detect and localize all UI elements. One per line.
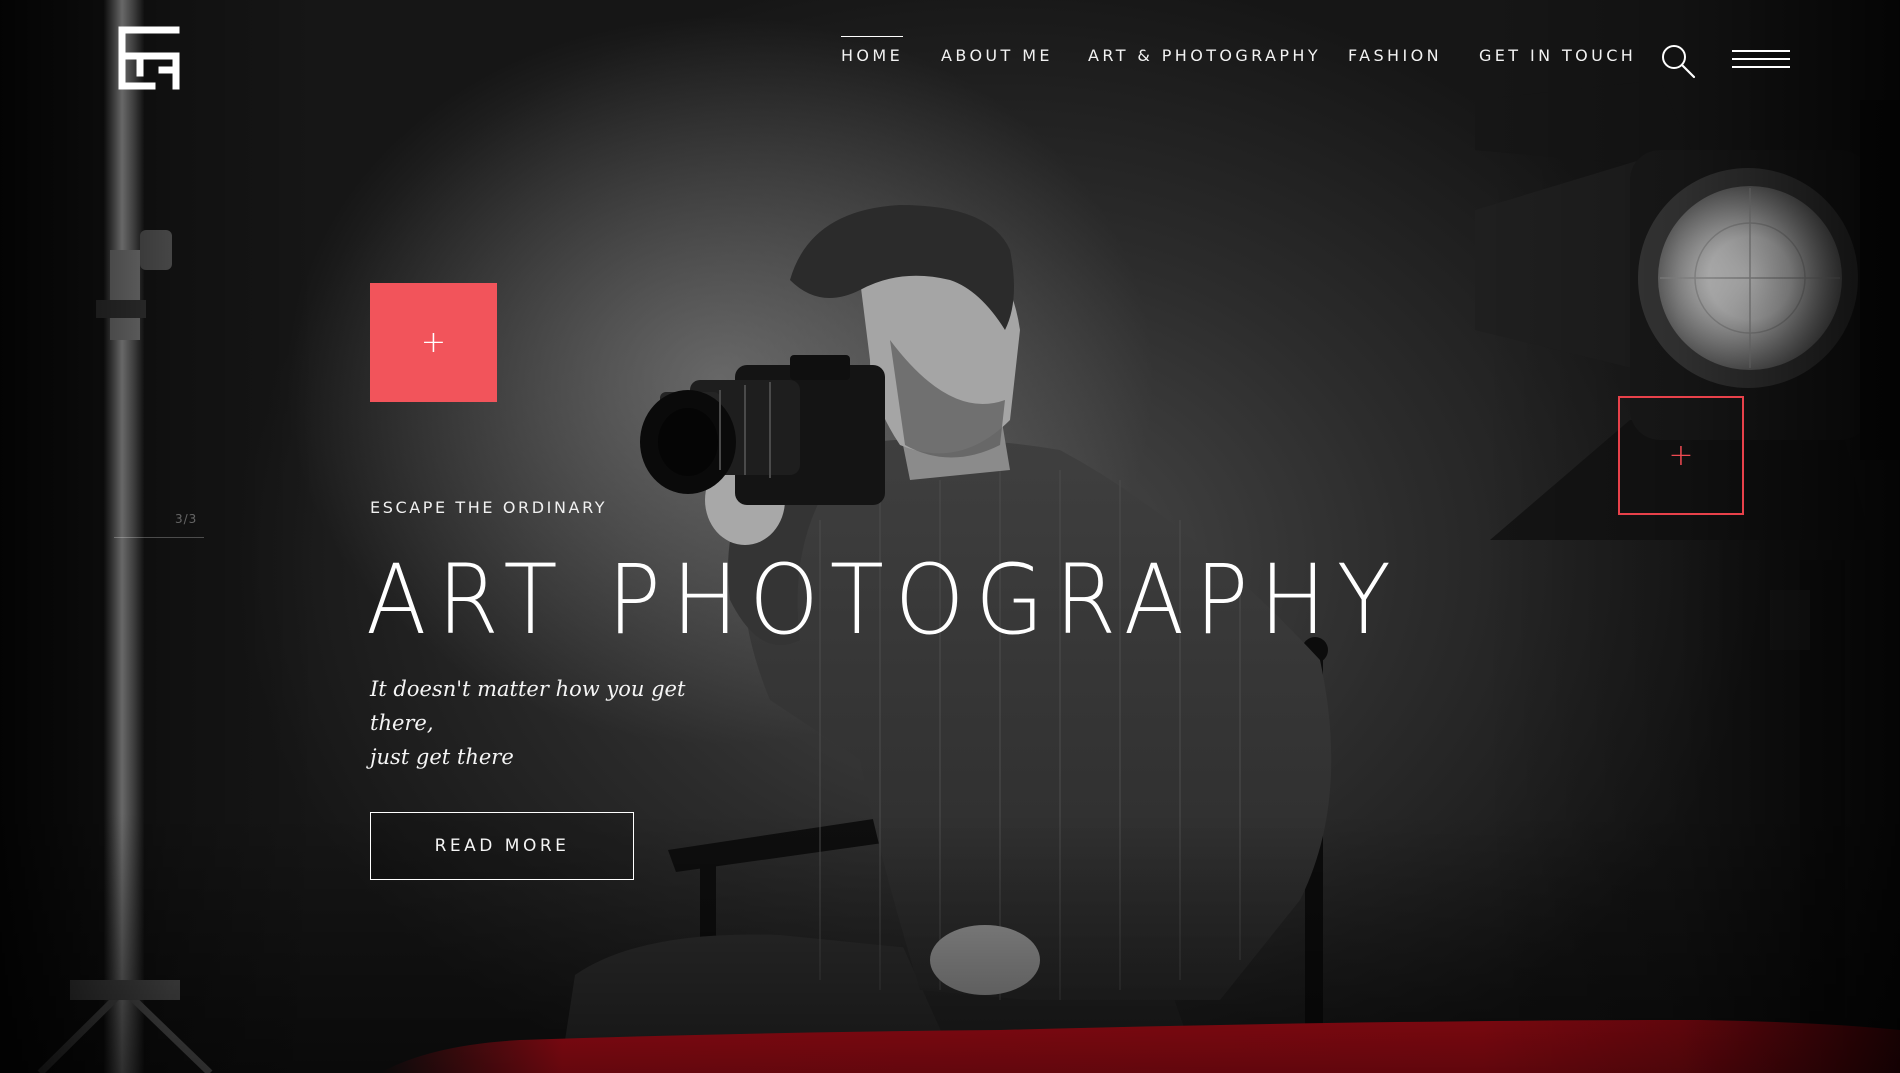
hero-background-photo (37, 0, 1900, 1073)
plus-icon: + (420, 324, 447, 360)
plus-icon: + (1668, 437, 1694, 473)
hero-stage: HOME ABOUT ME ART & PHOTOGRAPHY FASHION … (0, 0, 1900, 1073)
main-navigation: HOME ABOUT ME ART & PHOTOGRAPHY FASHION … (0, 36, 1900, 76)
tagline-line-1: It doesn't matter how you get there, (370, 677, 686, 735)
hero-headline: ART PHOTOGRAPHY (366, 544, 1402, 656)
studio-lamp (1475, 80, 1900, 1073)
hero-eyebrow: ESCAPE THE ORDINARY (370, 498, 608, 517)
hamburger-menu-button[interactable] (1732, 48, 1790, 72)
search-icon (1662, 45, 1696, 79)
hotspot-plus-button[interactable]: + (1618, 396, 1744, 515)
hamburger-line (1732, 66, 1790, 68)
read-more-button[interactable]: READ MORE (370, 812, 634, 880)
hero-tagline: It doesn't matter how you get there, jus… (370, 672, 730, 774)
slide-counter: 3/3 (175, 512, 198, 526)
nav-item-home[interactable]: HOME (841, 36, 904, 65)
hamburger-line (1732, 58, 1790, 60)
slide-counter-line (114, 537, 204, 538)
tagline-line-2: just get there (370, 745, 514, 769)
expand-plus-button[interactable]: + (370, 283, 497, 402)
nav-item-get-in-touch[interactable]: GET IN TOUCH (1479, 46, 1636, 65)
search-button[interactable] (1660, 43, 1696, 79)
nav-item-about-me[interactable]: ABOUT ME (941, 46, 1053, 65)
nav-item-art-photography[interactable]: ART & PHOTOGRAPHY (1088, 46, 1321, 65)
nav-item-fashion[interactable]: FASHION (1348, 46, 1442, 65)
hamburger-menu-icon (1732, 50, 1790, 52)
